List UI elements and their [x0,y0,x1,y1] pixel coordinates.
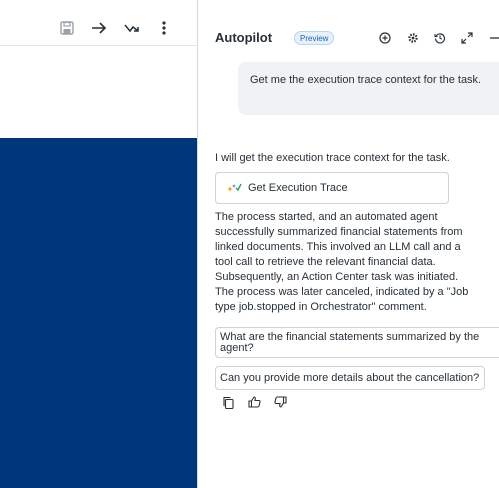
assistant-reply: The process started, and an automated ag… [215,210,485,315]
arrow-right-icon[interactable] [90,19,108,37]
new-chat-icon[interactable] [378,31,392,45]
trend-icon[interactable] [123,19,141,37]
reply-line: tool call to retrieve the relevant finan… [215,256,436,268]
reply-line: successfully summarized financial statem… [215,226,463,238]
save-icon[interactable] [58,19,76,37]
thumbs-down-icon[interactable] [273,395,287,409]
reply-line: The process was later canceled, indicate… [215,286,469,298]
tool-call-label: Get Execution Trace [248,182,348,194]
minimize-icon[interactable] [487,31,499,45]
left-toolbar [0,8,198,46]
suggestion-chip[interactable]: What are the financial statements summar… [215,327,499,358]
suggestion-line: agent? [220,342,254,354]
left-pane [0,0,198,488]
reply-line: Subsequently, an Action Center task was … [215,271,459,283]
reply-line: The process started, and an automated ag… [215,211,438,223]
reply-line: linked documents. This involved an LLM c… [215,241,461,253]
reply-line: type job.stopped in Orchestrator" commen… [215,301,427,313]
assistant-intro: I will get the execution trace context f… [215,152,450,164]
suggestion-line: What are the financial statements summar… [220,331,480,343]
sparkle-icon [226,181,242,195]
copy-icon[interactable] [221,395,235,409]
autopilot-header: Autopilot Preview [215,30,499,48]
preview-badge: Preview [294,31,335,45]
tool-call-chip[interactable]: Get Execution Trace [215,172,449,204]
autopilot-panel: Autopilot Preview Get me the execution t… [198,0,499,488]
panel-title: Autopilot [215,30,273,45]
expand-icon[interactable] [460,31,474,45]
thumbs-up-icon[interactable] [247,395,261,409]
settings-icon[interactable] [406,31,420,45]
left-canvas [0,138,198,488]
more-vertical-icon[interactable] [155,19,173,37]
history-icon[interactable] [433,31,447,45]
user-message: Get me the execution trace context for t… [238,62,499,115]
suggestion-chip[interactable]: Can you provide more details about the c… [215,366,485,390]
